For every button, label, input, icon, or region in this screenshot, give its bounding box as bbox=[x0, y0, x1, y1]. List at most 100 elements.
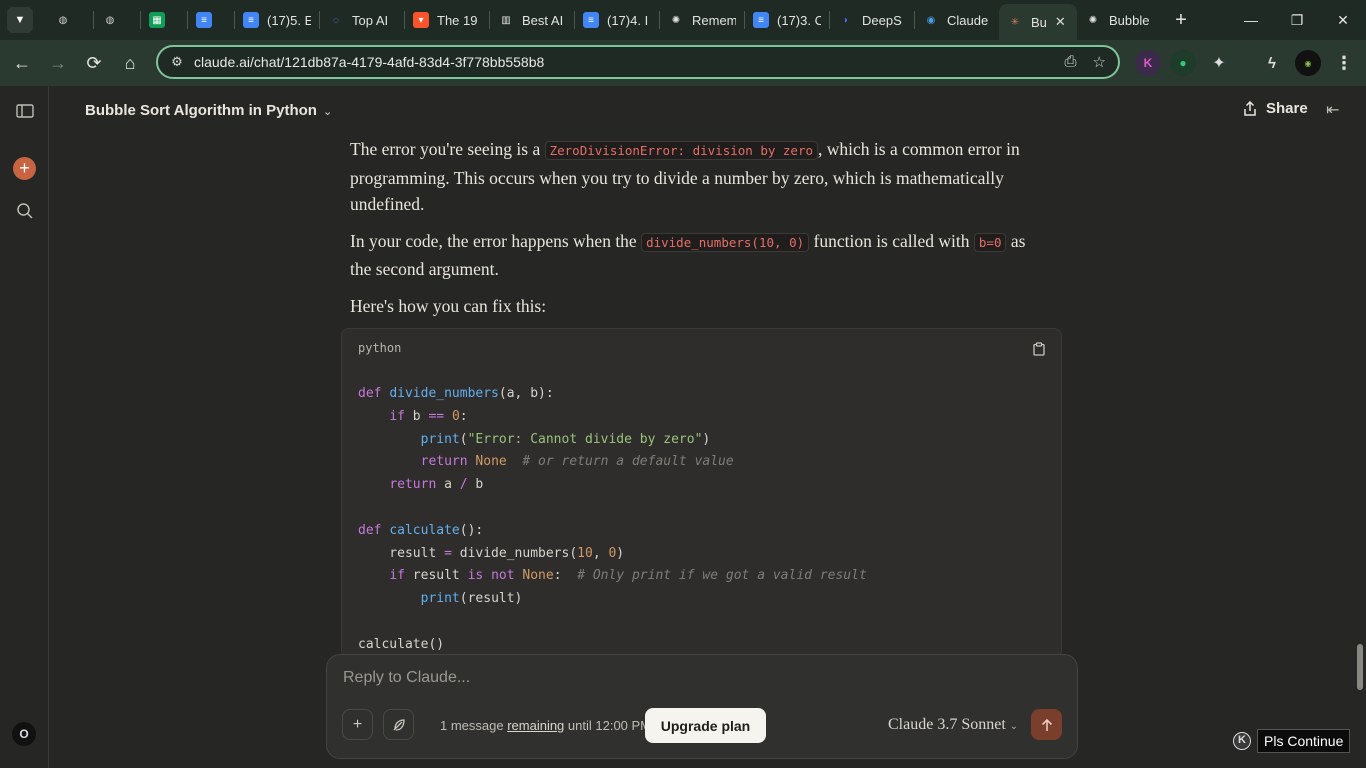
docs-icon: ≡ bbox=[583, 12, 599, 28]
tab-label: The 19 bbox=[437, 12, 478, 28]
new-tab-button[interactable]: + bbox=[1167, 6, 1195, 34]
tab-label: DeepS bbox=[862, 12, 902, 28]
extensions-puzzle-icon[interactable]: ✦ bbox=[1206, 50, 1232, 76]
omnibox[interactable]: ⚙ claude.ai/chat/121db87a-4179-4afd-83d4… bbox=[156, 45, 1120, 79]
arrow-up-icon bbox=[1041, 718, 1052, 731]
sidebar-toggle-icon[interactable] bbox=[11, 97, 39, 125]
browser-tab[interactable]: ◉ Claude bbox=[915, 4, 999, 36]
page-scrollbar-thumb[interactable] bbox=[1357, 644, 1363, 690]
browser-tab[interactable]: ◌ Top AI bbox=[320, 4, 404, 36]
inline-code: b=0 bbox=[973, 232, 1007, 252]
tab-label: Claude bbox=[947, 12, 989, 28]
assistant-message: The error you're seeing is a ZeroDivisio… bbox=[350, 136, 1030, 329]
sidebar-rail: + O bbox=[0, 86, 49, 768]
browser-tab[interactable]: ≡ (17)3. C bbox=[745, 4, 829, 36]
close-tab-icon[interactable]: ✕ bbox=[1055, 14, 1066, 30]
browser-tab[interactable]: ▥ Best AI bbox=[490, 4, 574, 36]
chevron-down-icon: ⌄ bbox=[322, 106, 333, 118]
reply-input[interactable] bbox=[343, 669, 1043, 687]
browser-tab[interactable]: ◍ bbox=[94, 4, 140, 36]
reply-composer: + 1 message remaining until 12:00 PM Upg… bbox=[326, 654, 1078, 759]
tab-label: (17)4. I bbox=[607, 12, 649, 28]
browser-tab[interactable]: ✳ Bu ✕ bbox=[999, 4, 1077, 40]
tab-label: Bu bbox=[1031, 14, 1047, 30]
browser-menu-icon[interactable]: ⋮ bbox=[1331, 50, 1357, 76]
code-block: python def divide_numbers(a, b): if b ==… bbox=[341, 328, 1062, 658]
docs-icon: ≡ bbox=[196, 12, 212, 28]
tab-label: Top AI bbox=[352, 12, 389, 28]
tab-label: Remem bbox=[692, 12, 736, 28]
profile-avatar-icon[interactable]: ◉ bbox=[1295, 50, 1321, 76]
message-limit-notice: 1 message remaining until 12:00 PM bbox=[440, 718, 652, 733]
claude-app-icon: ◉ bbox=[926, 14, 936, 26]
copy-code-icon[interactable] bbox=[1033, 342, 1045, 359]
message-paragraph: The error you're seeing is a ZeroDivisio… bbox=[350, 139, 1020, 214]
docs-icon: ≡ bbox=[243, 12, 259, 28]
site-info-icon[interactable]: ⚙ bbox=[162, 54, 192, 70]
search-icon[interactable] bbox=[11, 197, 39, 225]
brave-icon: ▾ bbox=[413, 12, 429, 28]
send-button[interactable] bbox=[1031, 709, 1062, 740]
tab-label: (17)5. E bbox=[267, 12, 311, 28]
url-text[interactable]: claude.ai/chat/121db87a-4179-4afd-83d4-3… bbox=[194, 54, 544, 70]
back-icon[interactable]: ← bbox=[4, 45, 40, 81]
feather-icon bbox=[393, 718, 405, 731]
share-icon bbox=[1244, 100, 1256, 116]
browser-tab[interactable]: ◗ DeepS bbox=[830, 4, 914, 36]
inline-code: divide_numbers(10, 0) bbox=[641, 232, 810, 252]
browser-tab[interactable]: ▦ bbox=[141, 4, 187, 36]
tab-strip: ◍ ◍ ▦ ≡ ≡ (17)5. E ◌ Top AI ▾ The 19 ▥ Best AI ≡ (17)… bbox=[47, 0, 1161, 40]
code-language-label: python bbox=[358, 341, 402, 355]
claude-app: + O Bubble Sort Algorithm in Python ⌄ Sha… bbox=[0, 86, 1366, 768]
tab-search-chevron-icon[interactable]: ▼ bbox=[7, 7, 33, 33]
tab-label: (17)3. C bbox=[777, 12, 821, 28]
claude-icon: ✳ bbox=[1010, 16, 1020, 28]
browser-tab[interactable]: ▾ The 19 bbox=[405, 4, 489, 36]
openai-icon: ✺ bbox=[1088, 14, 1098, 26]
home-icon[interactable]: ⌂ bbox=[112, 45, 148, 81]
remaining-link[interactable]: remaining bbox=[507, 718, 564, 733]
sheets-icon: ▦ bbox=[149, 12, 165, 28]
performance-icon[interactable]: ϟ bbox=[1259, 50, 1285, 76]
reload-icon[interactable]: ⟳ bbox=[76, 45, 112, 81]
address-bar-row: ← → ⟳ ⌂ ⚙ claude.ai/chat/121db87a-4179-4… bbox=[0, 40, 1366, 86]
upgrade-plan-button[interactable]: Upgrade plan bbox=[645, 708, 766, 743]
browser-tab[interactable]: ≡ (17)5. E bbox=[235, 4, 319, 36]
browser-tab[interactable]: ◍ bbox=[47, 4, 93, 36]
tools-feather-button[interactable] bbox=[383, 709, 414, 740]
share-label: Share bbox=[1266, 100, 1308, 117]
browser-tab[interactable]: ✺ Remem bbox=[660, 4, 744, 36]
k-extension-icon[interactable]: K bbox=[1233, 732, 1251, 750]
loop-icon: ◌ bbox=[333, 14, 339, 26]
bookmark-star-icon[interactable]: ☆ bbox=[1093, 53, 1106, 71]
openai-icon: ✺ bbox=[671, 14, 681, 26]
message-paragraph: In your code, the error happens when the… bbox=[350, 230, 1026, 280]
user-avatar[interactable]: O bbox=[12, 722, 36, 746]
pls-continue-button[interactable]: Pls Continue bbox=[1257, 729, 1351, 753]
extension-grammarly-icon[interactable]: ● bbox=[1170, 50, 1196, 76]
deepseek-icon: ◗ bbox=[842, 14, 850, 26]
code-content: def divide_numbers(a, b): if b == 0: pri… bbox=[358, 386, 867, 652]
docs-icon: ≡ bbox=[753, 12, 769, 28]
share-button[interactable]: Share bbox=[1242, 100, 1308, 117]
browser-tab[interactable]: ✺ Bubble bbox=[1077, 4, 1161, 36]
chat-title-dropdown[interactable]: Bubble Sort Algorithm in Python ⌄ bbox=[85, 102, 332, 119]
message-paragraph: Here's how you can fix this: bbox=[350, 295, 547, 316]
globe-icon: ◍ bbox=[105, 14, 115, 26]
forward-icon[interactable]: → bbox=[40, 45, 76, 81]
restore-icon[interactable]: ❐ bbox=[1274, 0, 1320, 40]
extension-k-icon[interactable]: K bbox=[1135, 50, 1161, 76]
close-window-icon[interactable]: ✕ bbox=[1320, 0, 1366, 40]
install-app-icon[interactable]: ⎙ bbox=[1065, 53, 1077, 71]
browser-tab[interactable]: ≡ bbox=[188, 4, 234, 36]
new-chat-plus-icon[interactable]: + bbox=[13, 157, 36, 180]
inline-code: ZeroDivisionError: division by zero bbox=[544, 141, 819, 160]
browser-tab-bar: ▼ ◍ ◍ ▦ ≡ ≡ (17)5. E ◌ Top AI ▾ The 19 ▥ Best AI ≡ (1… bbox=[0, 0, 1366, 40]
collapse-panel-icon[interactable]: ⇤ bbox=[1326, 100, 1339, 120]
model-selector[interactable]: Claude 3.7 Sonnet ⌄ bbox=[888, 716, 1018, 734]
attach-plus-button[interactable]: + bbox=[342, 709, 373, 740]
tab-label: Bubble bbox=[1109, 12, 1150, 28]
board-icon: ▥ bbox=[501, 14, 511, 26]
browser-tab[interactable]: ≡ (17)4. I bbox=[575, 4, 659, 36]
minimize-icon[interactable]: — bbox=[1228, 0, 1274, 40]
